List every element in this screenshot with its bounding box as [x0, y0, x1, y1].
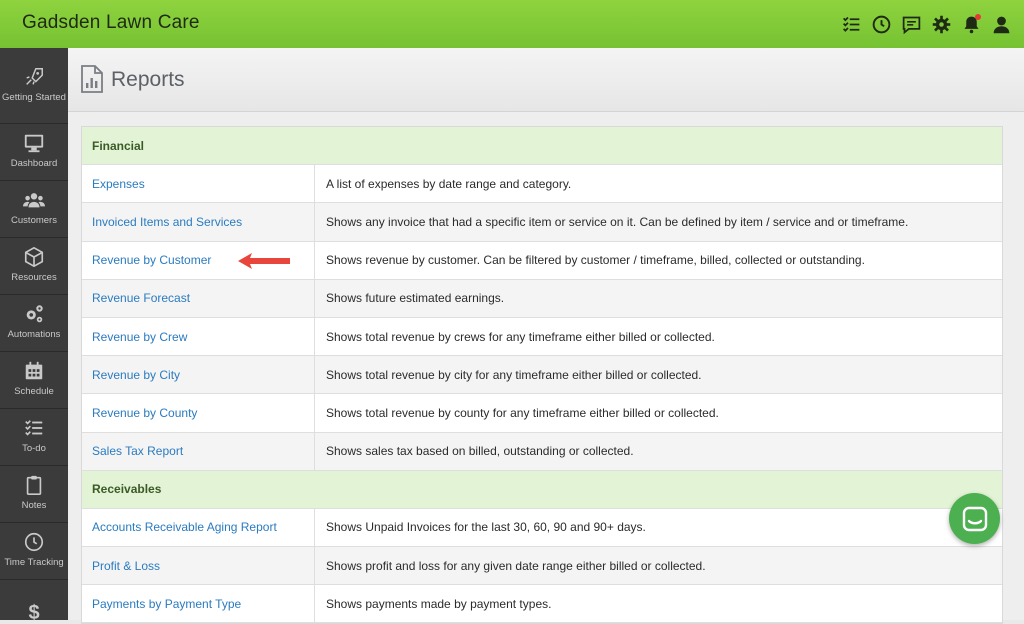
- sidebar-item-resources[interactable]: Resources: [0, 238, 68, 295]
- table-row: Revenue by County Shows total revenue by…: [82, 394, 1002, 433]
- sidebar: Getting Started Dashboard Customers Reso…: [0, 48, 68, 620]
- user-icon[interactable]: [990, 13, 1012, 35]
- sidebar-item-label: Automations: [7, 329, 61, 341]
- report-description: Shows future estimated earnings.: [326, 291, 505, 306]
- table-row: Revenue by City Shows total revenue by c…: [82, 356, 1002, 395]
- sidebar-item-notes[interactable]: Notes: [0, 466, 68, 523]
- sidebar-item-dashboard[interactable]: Dashboard: [0, 124, 68, 181]
- section-header: Receivables: [82, 470, 1002, 509]
- table-row: Expenses A list of expenses by date rang…: [82, 165, 1002, 204]
- sidebar-item-schedule[interactable]: Schedule: [0, 352, 68, 409]
- sidebar-item-label: To-do: [22, 443, 46, 455]
- report-description: Shows total revenue by county for any ti…: [326, 405, 719, 420]
- rocket-icon: [26, 67, 43, 85]
- report-link[interactable]: Revenue Forecast: [82, 279, 315, 317]
- main-content: Reports Financial Expenses A list of exp…: [68, 48, 1024, 624]
- clock-icon[interactable]: [870, 13, 892, 35]
- checklist-icon[interactable]: [840, 13, 862, 35]
- sidebar-item-todo[interactable]: To-do: [0, 409, 68, 466]
- sidebar-item-label: Dashboard: [10, 158, 58, 170]
- app-title: Gadsden Lawn Care: [22, 12, 200, 33]
- calendar-icon: [25, 362, 43, 380]
- report-description: Shows revenue by customer. Can be filter…: [326, 253, 865, 268]
- report-description: Shows profit and loss for any given date…: [326, 558, 706, 573]
- report-link[interactable]: Accounts Receivable Aging Report: [82, 508, 315, 547]
- sidebar-item-customers[interactable]: Customers: [0, 181, 68, 238]
- report-description: Shows payments made by payment types.: [326, 596, 552, 611]
- clipboard-icon: [26, 476, 42, 496]
- box-icon: [24, 247, 44, 268]
- reports-table: Financial Expenses A list of expenses by…: [81, 126, 1003, 624]
- bell-icon[interactable]: [960, 13, 982, 35]
- table-row: Revenue by Crew Shows total revenue by c…: [82, 317, 1002, 357]
- annotation-arrow-icon: [238, 253, 290, 269]
- report-link[interactable]: Revenue by Crew: [82, 317, 315, 356]
- report-description: Shows any invoice that had a specific it…: [326, 214, 909, 229]
- todo-icon: [25, 420, 43, 436]
- section-title: Receivables: [92, 482, 162, 497]
- sidebar-item-billing[interactable]: $: [0, 580, 68, 621]
- table-row: Sales Tax Report Shows sales tax based o…: [82, 432, 1002, 471]
- sidebar-item-label: Time Tracking: [4, 557, 64, 569]
- report-link[interactable]: Invoiced Items and Services: [82, 203, 315, 241]
- table-row: Revenue by Customer Shows revenue by cus…: [82, 241, 1002, 280]
- chat-bubble-icon: [962, 506, 987, 531]
- gears-icon: [26, 305, 43, 323]
- clock-icon: [24, 533, 44, 552]
- top-icons: [840, 13, 1012, 35]
- page-title: Reports: [111, 68, 185, 91]
- sidebar-item-label: Schedule: [14, 386, 54, 398]
- table-row: Revenue Forecast Shows future estimated …: [82, 279, 1002, 318]
- chat-support-button[interactable]: [949, 493, 1000, 544]
- sidebar-item-automations[interactable]: Automations: [0, 295, 68, 352]
- sidebar-item-label: Notes: [21, 500, 47, 512]
- section-header: Financial: [82, 127, 1002, 166]
- top-bar: Gadsden Lawn Care: [0, 0, 1024, 48]
- page-header: Reports: [68, 48, 1024, 112]
- report-link[interactable]: Payments by Payment Type: [82, 585, 315, 623]
- report-link[interactable]: Sales Tax Report: [82, 432, 315, 470]
- chat-icon[interactable]: [900, 13, 922, 35]
- monitor-icon: [24, 135, 44, 153]
- table-row: Payments by Payment Type Shows payments …: [82, 585, 1002, 624]
- gear-icon[interactable]: [930, 13, 952, 35]
- dollar-icon: $: [28, 601, 40, 621]
- sidebar-item-label: Customers: [11, 215, 57, 227]
- report-link[interactable]: Revenue by County: [82, 394, 315, 432]
- report-description: A list of expenses by date range and cat…: [326, 176, 572, 191]
- sidebar-item-label: Getting Started: [2, 91, 66, 103]
- sidebar-item-time-tracking[interactable]: Time Tracking: [0, 523, 68, 580]
- notification-dot: [975, 14, 981, 20]
- sidebar-item-getting-started[interactable]: Getting Started: [0, 48, 68, 124]
- report-description: Shows total revenue by crews for any tim…: [326, 329, 715, 344]
- report-description: Shows Unpaid Invoices for the last 30, 6…: [326, 520, 646, 535]
- sidebar-item-label: Resources: [11, 272, 57, 284]
- report-link[interactable]: Profit & Loss: [82, 547, 315, 585]
- users-icon: [23, 193, 45, 208]
- table-row: Profit & Loss Shows profit and loss for …: [82, 547, 1002, 586]
- report-description: Shows total revenue by city for any time…: [326, 367, 702, 382]
- report-link[interactable]: Revenue by City: [82, 356, 315, 394]
- report-document-icon: [81, 65, 103, 93]
- table-row: Accounts Receivable Aging Report Shows U…: [82, 508, 1002, 548]
- report-link[interactable]: Expenses: [82, 165, 315, 203]
- report-description: Shows sales tax based on billed, outstan…: [326, 444, 634, 459]
- section-title: Financial: [92, 138, 145, 153]
- table-row: Invoiced Items and Services Shows any in…: [82, 203, 1002, 242]
